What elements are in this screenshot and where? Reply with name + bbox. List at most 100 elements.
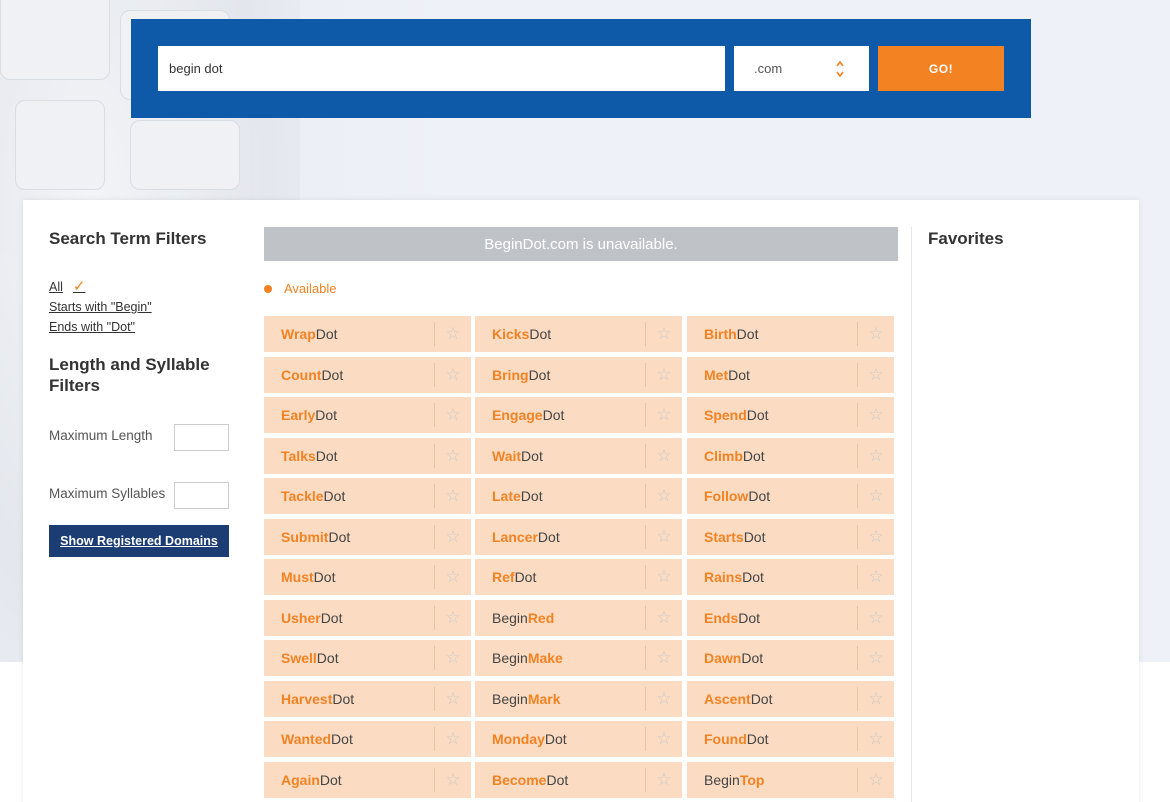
domain-name: SpendDot — [687, 407, 857, 423]
domain-suggestion-tile[interactable]: WantedDot ☆ — [264, 721, 471, 757]
star-icon[interactable]: ☆ — [858, 365, 894, 385]
domain-suggestion-tile[interactable]: BeginTop ☆ — [687, 762, 894, 798]
domain-suggestion-tile[interactable]: AgainDot ☆ — [264, 762, 471, 798]
star-icon[interactable]: ☆ — [646, 648, 682, 668]
domain-suggestion-tile[interactable]: FoundDot ☆ — [687, 721, 894, 757]
star-icon[interactable]: ☆ — [435, 729, 471, 749]
domain-suggestion-tile[interactable]: LancerDot ☆ — [475, 519, 682, 555]
domain-suggestion-tile[interactable]: AscentDot ☆ — [687, 681, 894, 717]
star-icon[interactable]: ☆ — [435, 648, 471, 668]
domain-suggestion-tile[interactable]: BeginMake ☆ — [475, 640, 682, 676]
show-registered-domains-button[interactable]: Show Registered Domains — [49, 525, 229, 557]
star-icon[interactable]: ☆ — [858, 405, 894, 425]
domain-name: SwellDot — [264, 650, 434, 666]
star-icon[interactable]: ☆ — [646, 729, 682, 749]
domain-highlight: Again — [281, 772, 320, 788]
domain-suggestion-tile[interactable]: UsherDot ☆ — [264, 600, 471, 636]
domain-suggestion-tile[interactable]: KicksDot ☆ — [475, 316, 682, 352]
domain-suggestion-tile[interactable]: EngageDot ☆ — [475, 397, 682, 433]
domain-suggestion-tile[interactable]: RainsDot ☆ — [687, 559, 894, 595]
domain-suggestion-tile[interactable]: DawnDot ☆ — [687, 640, 894, 676]
star-icon[interactable]: ☆ — [646, 365, 682, 385]
filter-ends-with-link[interactable]: Ends with "Dot" — [49, 317, 152, 337]
domain-suggestion-tile[interactable]: RefDot ☆ — [475, 559, 682, 595]
domain-rest: Begin — [492, 650, 528, 666]
domain-name: EngageDot — [475, 407, 645, 423]
domain-suggestion-tile[interactable]: BecomeDot ☆ — [475, 762, 682, 798]
domain-suggestion-tile[interactable]: MetDot ☆ — [687, 357, 894, 393]
star-icon[interactable]: ☆ — [646, 486, 682, 506]
domain-suggestion-tile[interactable]: WrapDot ☆ — [264, 316, 471, 352]
domain-suggestion-tile[interactable]: MustDot ☆ — [264, 559, 471, 595]
domain-suggestion-tile[interactable]: EndsDot ☆ — [687, 600, 894, 636]
star-icon[interactable]: ☆ — [858, 486, 894, 506]
star-icon[interactable]: ☆ — [435, 324, 471, 344]
domain-rest: Dot — [742, 448, 765, 464]
domain-name: RainsDot — [687, 569, 857, 585]
max-length-input[interactable] — [174, 424, 229, 451]
star-icon[interactable]: ☆ — [646, 324, 682, 344]
domain-name: BirthDot — [687, 326, 857, 342]
star-icon[interactable]: ☆ — [435, 527, 471, 547]
domain-suggestion-tile[interactable]: CountDot ☆ — [264, 357, 471, 393]
star-icon[interactable]: ☆ — [435, 689, 471, 709]
domain-suggestion-tile[interactable]: SubmitDot ☆ — [264, 519, 471, 555]
star-icon[interactable]: ☆ — [646, 567, 682, 587]
domain-rest: Dot — [738, 610, 761, 626]
go-button[interactable]: GO! — [878, 46, 1004, 91]
star-icon[interactable]: ☆ — [435, 446, 471, 466]
star-icon[interactable]: ☆ — [435, 770, 471, 790]
star-icon[interactable]: ☆ — [646, 446, 682, 466]
domain-suggestion-tile[interactable]: BirthDot ☆ — [687, 316, 894, 352]
star-icon[interactable]: ☆ — [646, 405, 682, 425]
star-icon[interactable]: ☆ — [858, 446, 894, 466]
domain-suggestion-tile[interactable]: BeginRed ☆ — [475, 600, 682, 636]
filter-starts-with-link[interactable]: Starts with "Begin" — [49, 297, 152, 317]
domain-name: WantedDot — [264, 731, 434, 747]
domain-suggestion-tile[interactable]: BringDot ☆ — [475, 357, 682, 393]
domain-suggestion-tile[interactable]: TalksDot ☆ — [264, 438, 471, 474]
domain-name: RefDot — [475, 569, 645, 585]
star-icon[interactable]: ☆ — [858, 689, 894, 709]
star-icon[interactable]: ☆ — [858, 324, 894, 344]
domain-highlight: Lancer — [492, 529, 538, 545]
domain-suggestion-tile[interactable]: MondayDot ☆ — [475, 721, 682, 757]
max-syllables-input[interactable] — [174, 482, 229, 509]
domain-suggestion-tile[interactable]: BeginMark ☆ — [475, 681, 682, 717]
star-icon[interactable]: ☆ — [858, 770, 894, 790]
star-icon[interactable]: ☆ — [858, 567, 894, 587]
star-icon[interactable]: ☆ — [858, 608, 894, 628]
domain-suggestion-tile[interactable]: TackleDot ☆ — [264, 478, 471, 514]
star-icon[interactable]: ☆ — [858, 527, 894, 547]
domain-suggestion-tile[interactable]: FollowDot ☆ — [687, 478, 894, 514]
domain-suggestion-tile[interactable]: LateDot ☆ — [475, 478, 682, 514]
star-icon[interactable]: ☆ — [646, 608, 682, 628]
star-icon[interactable]: ☆ — [646, 770, 682, 790]
filter-all-link[interactable]: All ✓ — [49, 277, 152, 297]
star-icon[interactable]: ☆ — [646, 527, 682, 547]
domain-suggestion-tile[interactable]: WaitDot ☆ — [475, 438, 682, 474]
star-icon[interactable]: ☆ — [435, 608, 471, 628]
star-icon[interactable]: ☆ — [435, 365, 471, 385]
star-icon[interactable]: ☆ — [435, 567, 471, 587]
domain-rest: Dot — [741, 650, 764, 666]
domain-rest: Dot — [316, 650, 339, 666]
domain-suggestion-tile[interactable]: HarvestDot ☆ — [264, 681, 471, 717]
domain-rest: Dot — [736, 326, 759, 342]
star-icon[interactable]: ☆ — [435, 486, 471, 506]
domain-suggestion-tile[interactable]: ClimbDot ☆ — [687, 438, 894, 474]
domain-name: WaitDot — [475, 448, 645, 464]
domain-name: MondayDot — [475, 731, 645, 747]
domain-highlight: Birth — [704, 326, 737, 342]
domain-suggestion-tile[interactable]: SwellDot ☆ — [264, 640, 471, 676]
tld-select[interactable]: .com — [734, 46, 869, 91]
star-icon[interactable]: ☆ — [435, 405, 471, 425]
star-icon[interactable]: ☆ — [858, 729, 894, 749]
domain-suggestion-tile[interactable]: SpendDot ☆ — [687, 397, 894, 433]
search-input[interactable]: begin dot — [158, 46, 725, 91]
domain-suggestion-tile[interactable]: StartsDot ☆ — [687, 519, 894, 555]
domain-suggestion-tile[interactable]: EarlyDot ☆ — [264, 397, 471, 433]
star-icon[interactable]: ☆ — [646, 689, 682, 709]
domain-name: WrapDot — [264, 326, 434, 342]
star-icon[interactable]: ☆ — [858, 648, 894, 668]
